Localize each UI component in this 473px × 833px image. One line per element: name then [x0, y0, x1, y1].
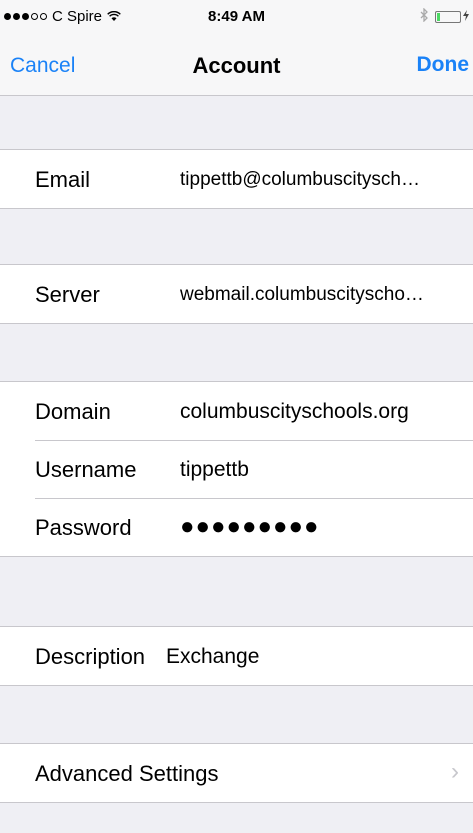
done-button[interactable]: Done: [417, 53, 470, 77]
email-label: Email: [35, 167, 91, 192]
status-right: [420, 7, 469, 26]
bluetooth-icon: [420, 7, 429, 26]
email-field[interactable]: tippettb@columbuscitysch…: [180, 169, 420, 191]
username-row[interactable]: Username tippettb: [0, 440, 473, 498]
row-separator: [35, 498, 473, 499]
username-field[interactable]: tippettb: [180, 458, 249, 482]
domain-row[interactable]: Domain columbuscityschools.org: [0, 382, 473, 440]
server-label: Server: [35, 282, 100, 307]
server-group: Server webmail.columbuscityscho…: [0, 264, 473, 324]
description-field[interactable]: Exchange: [166, 645, 259, 669]
charging-icon: [463, 10, 469, 24]
battery-icon: [435, 11, 461, 23]
description-label: Description: [35, 644, 146, 669]
row-separator: [35, 440, 473, 441]
credentials-group: Domain columbuscityschools.org Username …: [0, 381, 473, 557]
username-label: Username: [35, 457, 137, 482]
password-row[interactable]: Password ●●●●●●●●●: [0, 498, 473, 556]
chevron-right-icon: ›: [451, 758, 459, 785]
status-time: 8:49 AM: [208, 8, 265, 25]
server-row[interactable]: Server webmail.columbuscityscho…: [0, 265, 473, 323]
password-field[interactable]: ●●●●●●●●●: [180, 513, 319, 541]
navigation-bar: Cancel Account Done: [0, 36, 473, 96]
description-group: Description Exchange: [0, 626, 473, 686]
advanced-settings-row[interactable]: Advanced Settings ›: [0, 744, 473, 802]
domain-field[interactable]: columbuscityschools.org: [180, 400, 409, 424]
email-group: Email tippettb@columbuscitysch…: [0, 149, 473, 209]
status-bar: C Spire 8:49 AM: [0, 0, 473, 36]
server-field[interactable]: webmail.columbuscityscho…: [180, 284, 424, 306]
battery-fill: [437, 13, 440, 21]
advanced-settings-label: Advanced Settings: [35, 761, 219, 786]
advanced-group: Advanced Settings ›: [0, 743, 473, 803]
password-label: Password: [35, 515, 132, 540]
description-row[interactable]: Description Exchange: [0, 627, 473, 685]
page-title: Account: [192, 53, 281, 78]
email-row[interactable]: Email tippettb@columbuscitysch…: [0, 150, 473, 208]
domain-label: Domain: [35, 399, 111, 424]
